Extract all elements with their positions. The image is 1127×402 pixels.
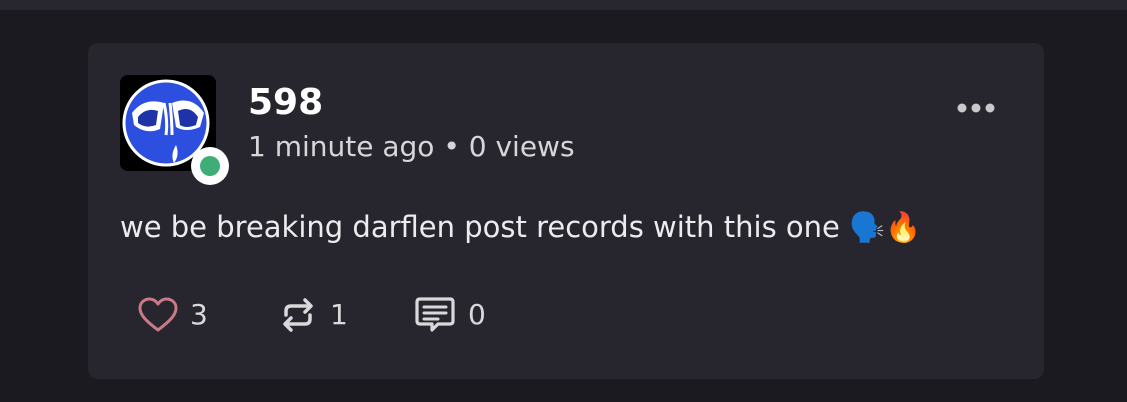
repost-count: 1 — [330, 298, 348, 331]
comment-count: 0 — [468, 298, 486, 331]
avatar-container[interactable] — [120, 75, 229, 185]
more-options-icon — [957, 103, 995, 113]
online-status-indicator — [191, 147, 229, 185]
repost-icon — [283, 298, 313, 332]
repost-button[interactable]: 1 — [278, 295, 348, 335]
heart-icon — [138, 297, 178, 332]
post-card: 598 1 minute ago • 0 views we be breakin… — [88, 43, 1044, 379]
post-meta: 1 minute ago • 0 views — [248, 129, 575, 165]
post-emojis: 🗣️🔥 — [849, 210, 922, 244]
like-button[interactable]: 3 — [138, 295, 208, 335]
post-text: we be breaking darflen post records with… — [120, 210, 840, 244]
more-options-button[interactable] — [950, 93, 1002, 123]
like-count: 3 — [190, 298, 208, 331]
username[interactable]: 598 — [248, 81, 323, 125]
meta-separator: • — [443, 130, 460, 163]
post-body: we be breaking darflen post records with… — [120, 207, 921, 247]
comment-button[interactable]: 0 — [414, 295, 486, 335]
comment-icon — [415, 297, 455, 332]
view-count: 0 views — [468, 130, 575, 163]
post-time: 1 minute ago — [248, 130, 435, 163]
online-status-dot — [200, 156, 220, 176]
top-bar — [0, 0, 1127, 10]
